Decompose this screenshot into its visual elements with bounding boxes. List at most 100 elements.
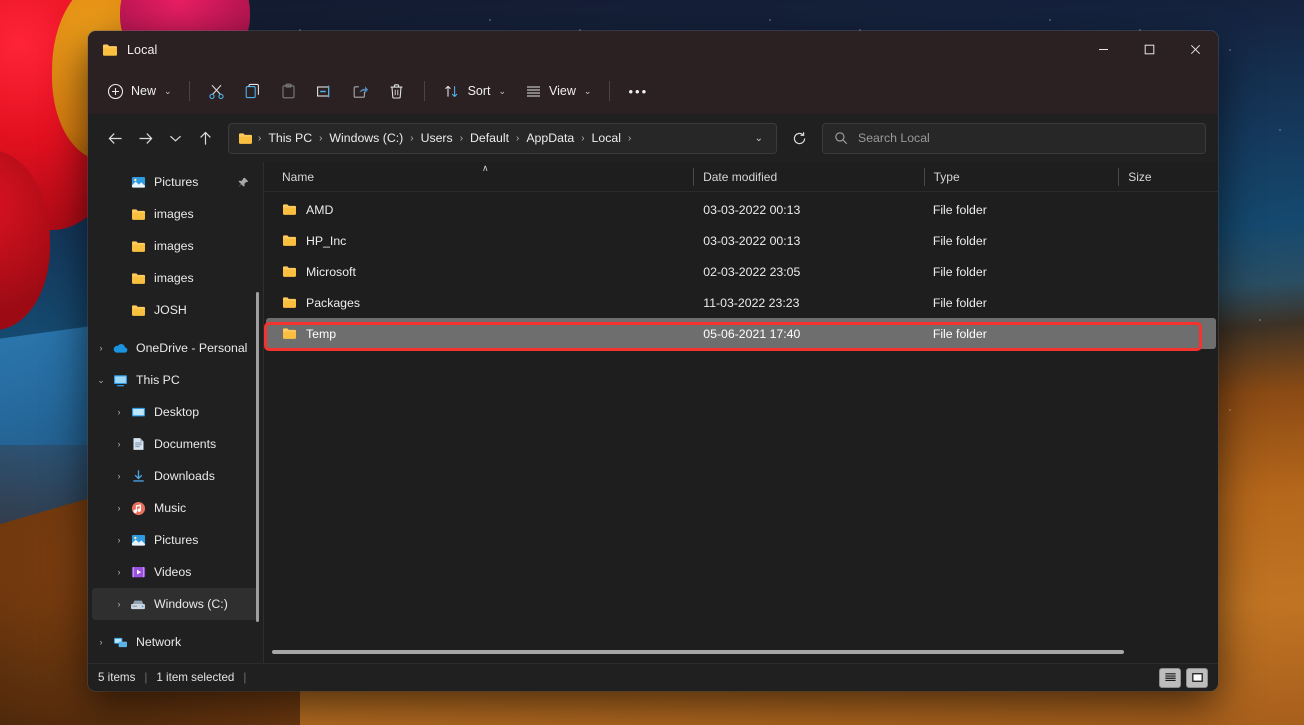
column-header-label: Size	[1128, 169, 1152, 184]
minimize-button[interactable]	[1080, 31, 1126, 68]
recent-locations-button[interactable]	[160, 123, 190, 153]
address-bar[interactable]: › This PC › Windows (C:) › Users › Defau…	[228, 122, 777, 154]
sidebar-item-label: Videos	[154, 565, 192, 579]
twisty-icon[interactable]: ⌄	[92, 375, 110, 386]
large-icons-view-icon[interactable]	[1186, 667, 1208, 688]
view-button[interactable]: View ⌄	[515, 75, 600, 107]
sidebar-item-label: Windows (C:)	[154, 597, 228, 611]
paste-icon	[280, 82, 298, 100]
folder-icon	[282, 327, 297, 340]
pictures-icon	[128, 533, 148, 547]
column-header-name[interactable]: Name ∧	[264, 162, 693, 192]
more-options-button[interactable]: •••	[619, 75, 657, 107]
search-box[interactable]: Search Local	[822, 122, 1206, 154]
folder-icon	[128, 304, 148, 317]
file-type: File folder	[932, 233, 987, 248]
breadcrumb-item-this-pc[interactable]: This PC	[263, 128, 317, 148]
up-button[interactable]	[190, 123, 220, 153]
breadcrumb-separator: ›	[319, 132, 323, 144]
share-button[interactable]	[343, 75, 379, 107]
cut-button[interactable]	[199, 75, 235, 107]
sidebar-item-videos[interactable]: › Videos	[92, 556, 258, 588]
breadcrumb-separator: ›	[516, 132, 520, 144]
sidebar-item-this-pc[interactable]: ⌄ This PC	[92, 364, 258, 396]
breadcrumb-item-windows-c[interactable]: Windows (C:)	[324, 128, 408, 148]
file-explorer-window: Local New ⌄ Sort ⌄ View ⌄ ••• › This PC …	[88, 31, 1218, 691]
sidebar-item-pictures[interactable]: › Pictures	[92, 524, 258, 556]
sidebar-scrollbar[interactable]	[256, 292, 259, 622]
drive-icon	[128, 598, 148, 611]
breadcrumb-item-default[interactable]: Default	[465, 128, 514, 148]
sidebar-item-label: This PC	[136, 373, 180, 387]
selection-status: 1 item selected	[156, 671, 235, 684]
sidebar-item-label: images	[154, 271, 194, 285]
address-folder-icon	[238, 132, 253, 145]
file-name-cell: Microsoft	[266, 265, 693, 279]
sidebar-item-network[interactable]: › Network	[92, 626, 258, 658]
new-button[interactable]: New ⌄	[102, 75, 180, 107]
details-view-icon[interactable]	[1159, 667, 1181, 688]
status-separator: |	[243, 671, 247, 684]
table-row[interactable]: Temp 05-06-2021 17:40 File folder	[266, 318, 1216, 349]
twisty-icon[interactable]: ›	[92, 343, 110, 353]
sidebar-item-images-2[interactable]: images	[92, 230, 258, 262]
file-name: Microsoft	[306, 264, 356, 279]
chevron-down-icon: ⌄	[498, 85, 507, 96]
back-button[interactable]	[100, 123, 130, 153]
breadcrumb-separator: ›	[410, 132, 414, 144]
copy-button[interactable]	[235, 75, 271, 107]
rename-button[interactable]	[307, 75, 343, 107]
onedrive-icon	[110, 342, 130, 354]
maximize-button[interactable]	[1126, 31, 1172, 68]
search-input[interactable]: Search Local	[858, 131, 930, 145]
sidebar-item-desktop[interactable]: › Desktop	[92, 396, 258, 428]
breadcrumb-item-local[interactable]: Local	[587, 128, 626, 148]
column-header-size[interactable]: Size	[1118, 162, 1218, 192]
column-header-type[interactable]: Type	[923, 162, 1119, 192]
sidebar-item-onedrive[interactable]: › OneDrive - Personal	[92, 332, 258, 364]
sort-button[interactable]: Sort ⌄	[434, 75, 515, 107]
twisty-icon[interactable]: ›	[110, 439, 128, 449]
forward-button[interactable]	[130, 123, 160, 153]
table-row[interactable]: AMD 03-03-2022 00:13 File folder	[266, 194, 1216, 225]
desktop-icon	[128, 406, 148, 419]
twisty-icon[interactable]: ›	[110, 471, 128, 481]
address-dropdown-icon[interactable]: ⌄	[748, 129, 770, 148]
twisty-icon[interactable]: ›	[110, 407, 128, 417]
sidebar-item-pictures-quick[interactable]: Pictures	[92, 166, 258, 198]
close-button[interactable]	[1172, 31, 1218, 68]
paste-button[interactable]	[271, 75, 307, 107]
twisty-icon[interactable]: ›	[110, 599, 128, 609]
sidebar-item-images-1[interactable]: images	[92, 198, 258, 230]
twisty-icon[interactable]: ›	[92, 637, 110, 647]
twisty-icon[interactable]: ›	[110, 535, 128, 545]
sidebar-item-downloads[interactable]: › Downloads	[92, 460, 258, 492]
sidebar-item-windows-c[interactable]: › Windows (C:)	[92, 588, 258, 620]
sidebar-item-label: JOSH	[154, 303, 187, 317]
breadcrumb-separator: ›	[627, 132, 632, 144]
table-row[interactable]: Packages 11-03-2022 23:23 File folder	[266, 287, 1216, 318]
sidebar-item-images-3[interactable]: images	[92, 262, 258, 294]
file-name: HP_Inc	[306, 233, 347, 248]
breadcrumb-item-users[interactable]: Users	[416, 128, 458, 148]
sidebar-item-josh[interactable]: JOSH	[92, 294, 258, 326]
refresh-button[interactable]	[785, 124, 813, 152]
twisty-icon[interactable]: ›	[110, 503, 128, 513]
navigation-pane: Pictures images images images JOSH › One…	[88, 162, 264, 663]
file-name-cell: Temp	[266, 327, 693, 341]
table-row[interactable]: Microsoft 02-03-2022 23:05 File folder	[266, 256, 1216, 287]
sidebar-item-music[interactable]: › Music	[92, 492, 258, 524]
toolbar-divider-3	[609, 81, 611, 101]
file-type: File folder	[932, 202, 987, 217]
pin-icon[interactable]	[238, 177, 249, 188]
table-row[interactable]: HP_Inc 03-03-2022 00:13 File folder	[266, 225, 1216, 256]
horizontal-scrollbar[interactable]	[272, 647, 1210, 657]
twisty-icon[interactable]: ›	[110, 567, 128, 577]
thispc-icon	[110, 374, 130, 387]
breadcrumb-item-appdata[interactable]: AppData	[521, 128, 579, 148]
delete-button[interactable]	[379, 75, 415, 107]
sidebar-item-documents[interactable]: › Documents	[92, 428, 258, 460]
horizontal-scrollbar-thumb[interactable]	[272, 650, 1124, 654]
new-button-label: New	[131, 84, 157, 98]
column-header-date-modified[interactable]: Date modified	[693, 162, 924, 192]
